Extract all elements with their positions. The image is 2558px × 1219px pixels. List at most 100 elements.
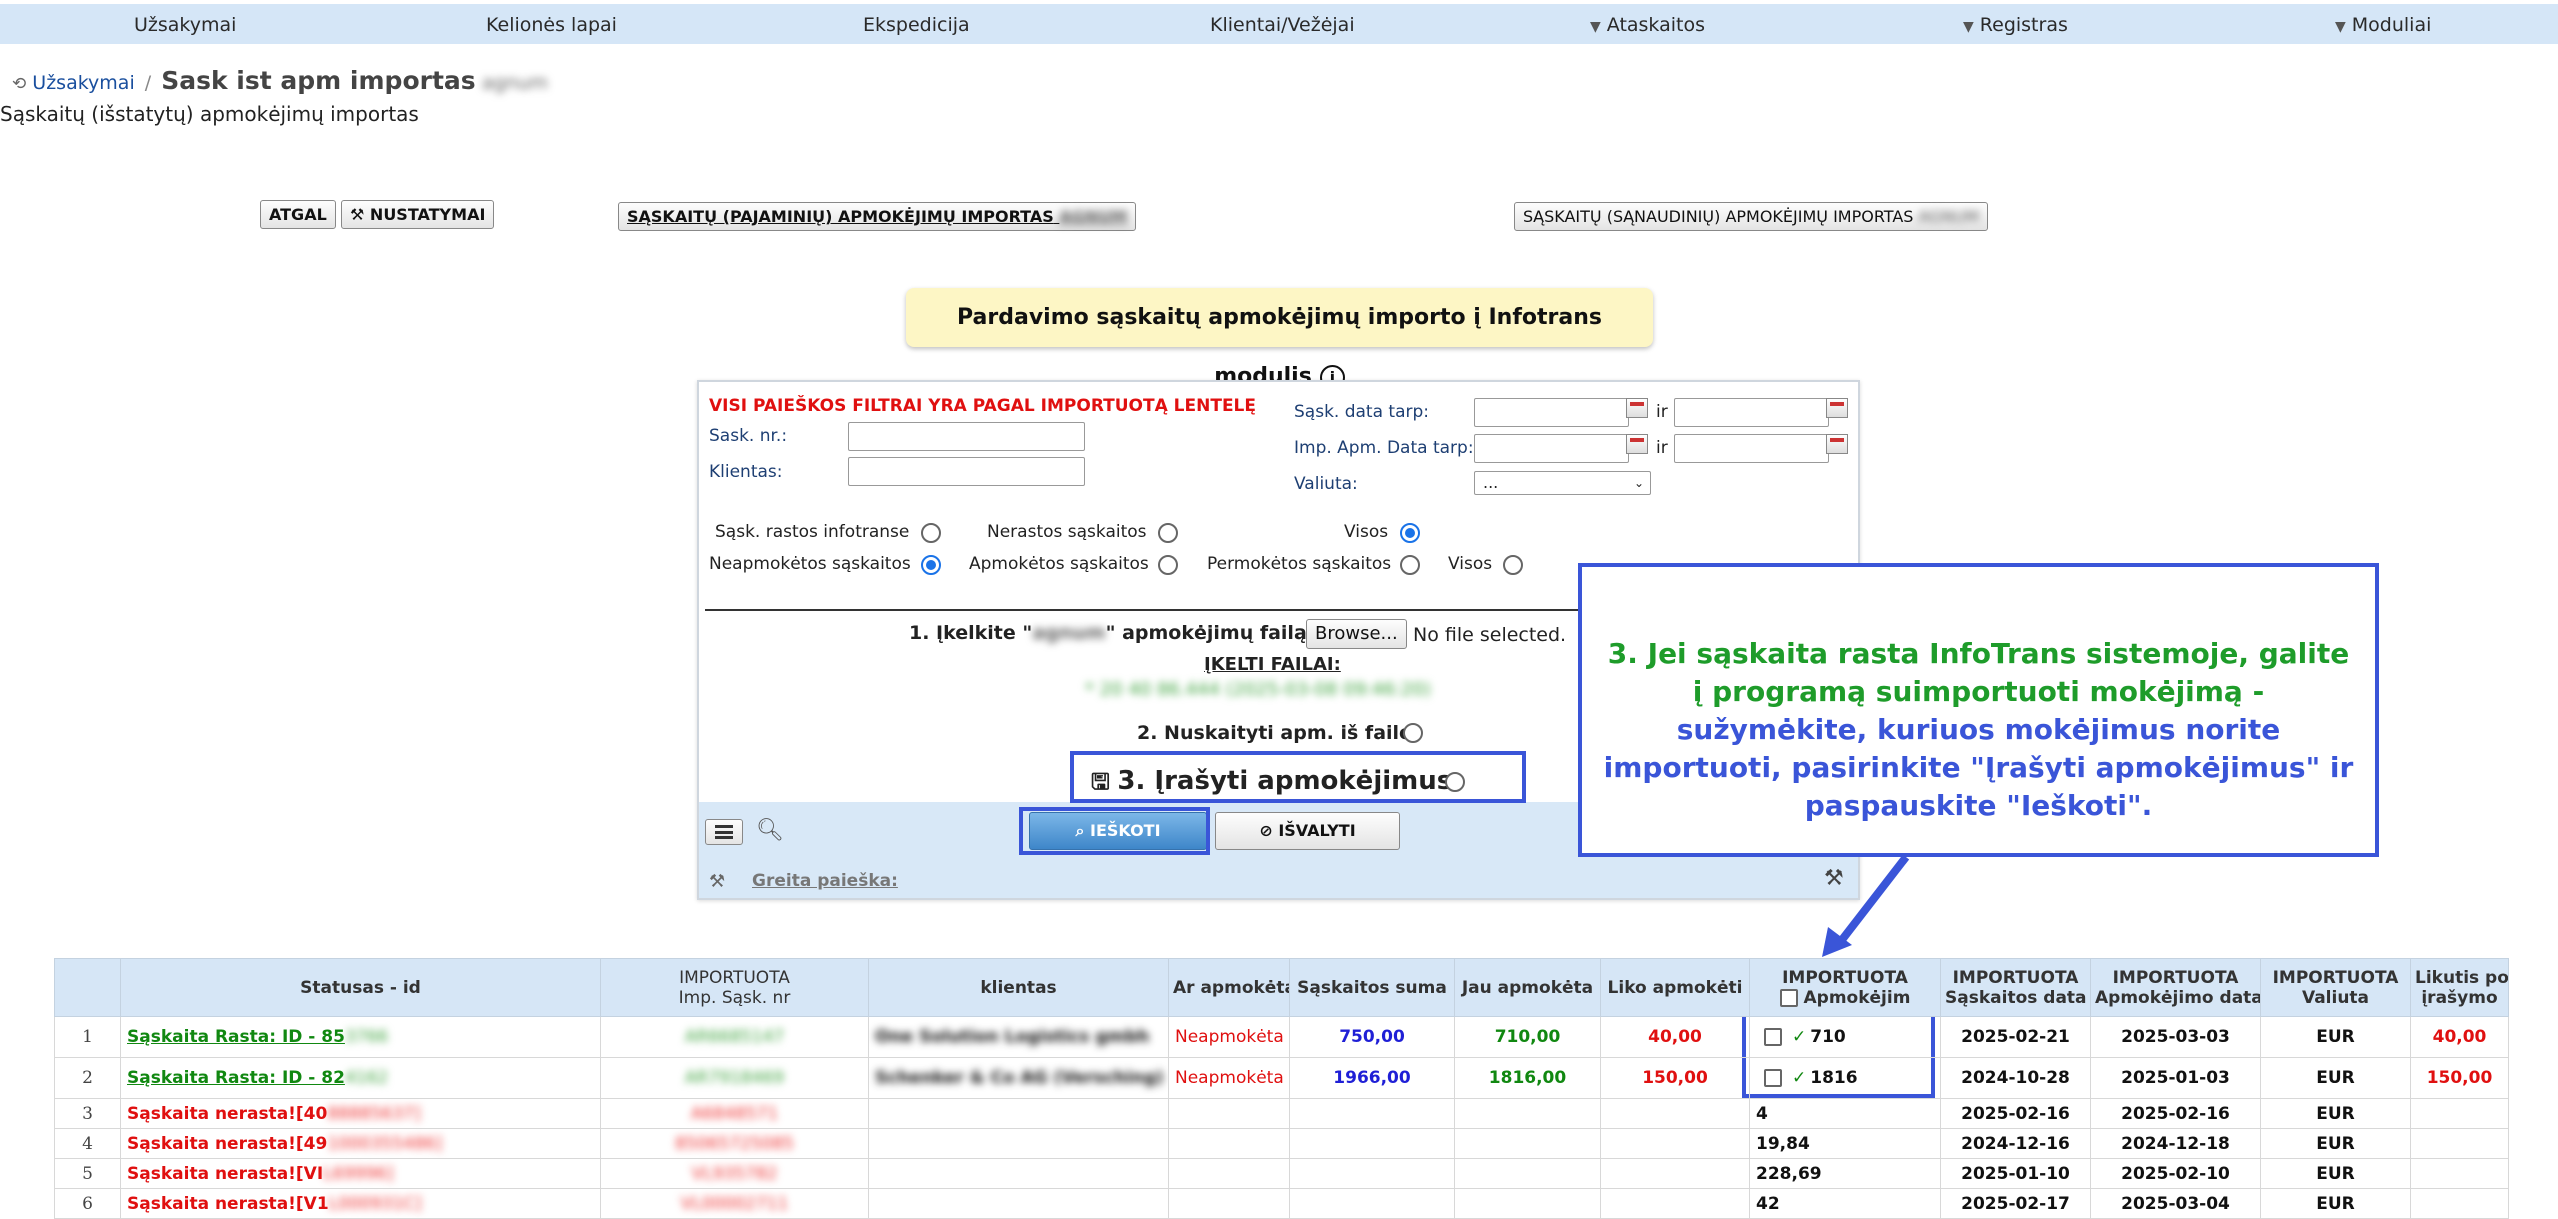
column-header[interactable]: IMPORTUOTA Apmokėjim <box>1749 958 1941 1017</box>
nav-item-uzsakymai[interactable]: Užsakymai <box>134 14 236 36</box>
paid-status: Neapmokėta <box>1168 1057 1290 1099</box>
clear-button[interactable]: ⊘ IŠVALYTI <box>1215 812 1400 850</box>
radio-not-found[interactable] <box>1158 523 1178 543</box>
menu-button[interactable] <box>705 819 743 845</box>
status-found-link[interactable]: Sąskaita Rasta: ID - 85 <box>127 1027 345 1047</box>
table-row[interactable]: 5 Sąskaita nerasta![VIL69996] VL935782 228,… <box>54 1158 2509 1189</box>
invoice-date-label: Sąsk. data tarp: <box>1294 402 1430 422</box>
calendar-icon[interactable] <box>1626 398 1648 418</box>
radio-read-from-file[interactable] <box>1403 723 1423 743</box>
table-row[interactable]: 4 Sąskaita nerasta![491000355486] 85065725… <box>54 1128 2509 1159</box>
status-cell[interactable]: Sąskaita Rasta: ID - 824162 <box>120 1057 601 1099</box>
left-to-pay: 150,00 <box>1600 1057 1750 1099</box>
nav-item-ekspedicija[interactable]: Ekspedicija <box>863 14 970 36</box>
left-to-pay <box>1600 1098 1750 1129</box>
table-row[interactable]: 1 Sąskaita Rasta: ID - 853766 AR6685147 One… <box>54 1016 2509 1058</box>
filters-notice: VISI PAIEŠKOS FILTRAI YRA PAGAL IMPORTUO… <box>709 396 1256 416</box>
row-number: 2 <box>54 1057 121 1099</box>
column-header[interactable]: Jau apmokėta <box>1454 958 1601 1017</box>
nav-item-moduliai[interactable]: ▼ Moduliai <box>2335 14 2431 36</box>
import-payment-date: 2025-03-03 <box>2090 1016 2261 1058</box>
expense-import-button[interactable]: SĄSKAITŲ (SĄNAUDINIŲ) APMOKĖJIMŲ IMPORTA… <box>1514 202 1989 231</box>
already-paid <box>1454 1128 1601 1159</box>
radio-unpaid[interactable] <box>921 555 941 575</box>
calendar-icon[interactable] <box>1826 434 1848 454</box>
import-date-label: Imp. Apm. Data tarp: <box>1294 438 1474 458</box>
import-invoice-date: 2025-02-17 <box>1940 1188 2091 1219</box>
radio-found-in-infotrans[interactable] <box>921 523 941 543</box>
invoice-no-input[interactable] <box>848 422 1085 451</box>
status-id-tail: L69996] <box>323 1163 394 1184</box>
select-all-checkbox[interactable] <box>1779 988 1798 1007</box>
status-not-found: Sąskaita nerasta![40 <box>127 1103 328 1124</box>
import-invoice-no: VL00002711 <box>600 1188 869 1219</box>
income-import-button[interactable]: SĄSKAITŲ (PAJAMINIŲ) APMOKĖJIMŲ IMPORTAS… <box>618 202 1137 231</box>
calendar-icon[interactable] <box>1826 398 1848 418</box>
table-row[interactable]: 6 Sąskaita nerasta![V1L000931C] VL00002711… <box>54 1188 2509 1219</box>
status-cell: Sąskaita nerasta![491000355486] <box>120 1128 601 1159</box>
client-label: Klientas: <box>709 462 783 482</box>
column-header[interactable]: klientas <box>868 958 1169 1017</box>
radio-overpaid[interactable] <box>1400 555 1420 575</box>
row-number: 5 <box>54 1158 121 1189</box>
column-header[interactable]: Statusas - id <box>120 958 601 1017</box>
status-id-tail: L000931C] <box>328 1193 422 1214</box>
column-header[interactable]: Likutis po įrašymo <box>2410 958 2509 1017</box>
client-cell: One Solution Logistics gmbh <box>868 1016 1169 1058</box>
breadcrumb-link-uzsakymai[interactable]: Užsakymai <box>32 72 134 94</box>
column-header[interactable]: Liko apmokėti <box>1600 958 1750 1017</box>
highlight-search-button <box>1019 807 1210 855</box>
callout-arrow <box>1822 855 1910 957</box>
column-header[interactable]: Sąskaitos suma <box>1289 958 1455 1017</box>
radio-all-found[interactable] <box>1400 523 1420 543</box>
dropdown-triangle-icon: ▼ <box>2335 19 2346 35</box>
import-date-from-input[interactable] <box>1474 434 1629 463</box>
import-invoice-date: 2025-02-16 <box>1940 1098 2091 1129</box>
balance-after <box>2410 1128 2509 1159</box>
status-not-found: Sąskaita nerasta![49 <box>127 1133 328 1154</box>
nav-item-keliones-lapai[interactable]: Kelionės lapai <box>486 14 617 36</box>
breadcrumb: ⟲ Užsakymai / Sask ist apm importas agnu… <box>12 66 548 95</box>
balance-after: 150,00 <box>2410 1057 2509 1099</box>
calendar-icon[interactable] <box>1626 434 1648 454</box>
settings-button[interactable]: ⚒ NUSTATYMAI <box>341 200 495 229</box>
chevron-down-icon: ⌄ <box>1633 476 1644 490</box>
nav-item-ataskaitos[interactable]: ▼ Ataskaitos <box>1590 14 1705 36</box>
quick-search-link[interactable]: Greita paieška: <box>752 871 898 891</box>
import-payment-date: 2025-01-03 <box>2090 1057 2261 1099</box>
import-invoice-no: VL935782 <box>600 1158 869 1189</box>
currency-select[interactable]: ... ⌄ <box>1474 471 1651 495</box>
column-header[interactable] <box>54 958 121 1017</box>
column-header[interactable]: IMPORTUOTA Sąskaitos data <box>1940 958 2091 1017</box>
import-date-to-input[interactable] <box>1674 434 1829 463</box>
back-button[interactable]: ATGAL <box>260 200 336 229</box>
status-cell[interactable]: Sąskaita Rasta: ID - 853766 <box>120 1016 601 1058</box>
radio-all-payment[interactable] <box>1503 555 1523 575</box>
top-navigation: Užsakymai Kelionės lapai Ekspedicija Kli… <box>0 4 2558 44</box>
row-select-checkbox[interactable] <box>1764 1028 1782 1046</box>
invoice-sum <box>1289 1188 1455 1219</box>
table-row[interactable]: 2 Sąskaita Rasta: ID - 824162 AR7918469 Sch… <box>54 1057 2509 1099</box>
row-select-checkbox[interactable] <box>1764 1069 1782 1087</box>
zoom-search-icon[interactable]: 🔍︎ <box>756 818 784 843</box>
import-payment[interactable]: ✓ 1816 <box>1749 1057 1941 1099</box>
import-invoice-date: 2024-10-28 <box>1940 1057 2091 1099</box>
import-payment[interactable]: ✓ 710 <box>1749 1016 1941 1058</box>
table-row[interactable]: 3 Sąskaita nerasta![4088885637] A6848571 4 2… <box>54 1098 2509 1129</box>
invoice-date-from-input[interactable] <box>1474 398 1629 427</box>
page-title: Sask ist apm importas <box>161 66 476 95</box>
status-cell: Sąskaita nerasta![4088885637] <box>120 1098 601 1129</box>
column-header[interactable]: IMPORTUOTA Apmokėjimo data <box>2090 958 2261 1017</box>
paid-status: Neapmokėta <box>1168 1016 1290 1058</box>
nav-item-klientai-vezejai[interactable]: Klientai/Vežėjai <box>1210 14 1355 36</box>
status-found-link[interactable]: Sąskaita Rasta: ID - 82 <box>127 1068 345 1088</box>
column-header[interactable]: IMPORTUOTA Imp. Sąsk. nr <box>600 958 869 1017</box>
invoice-sum <box>1289 1128 1455 1159</box>
invoice-date-to-input[interactable] <box>1674 398 1829 427</box>
client-input[interactable] <box>848 457 1085 486</box>
browse-button[interactable]: Browse... <box>1306 619 1407 649</box>
radio-paid[interactable] <box>1158 555 1178 575</box>
column-header[interactable]: IMPORTUOTA Valiuta <box>2260 958 2411 1017</box>
nav-item-registras[interactable]: ▼ Registras <box>1963 14 2068 36</box>
column-header[interactable]: Ar apmokėta <box>1168 958 1290 1017</box>
